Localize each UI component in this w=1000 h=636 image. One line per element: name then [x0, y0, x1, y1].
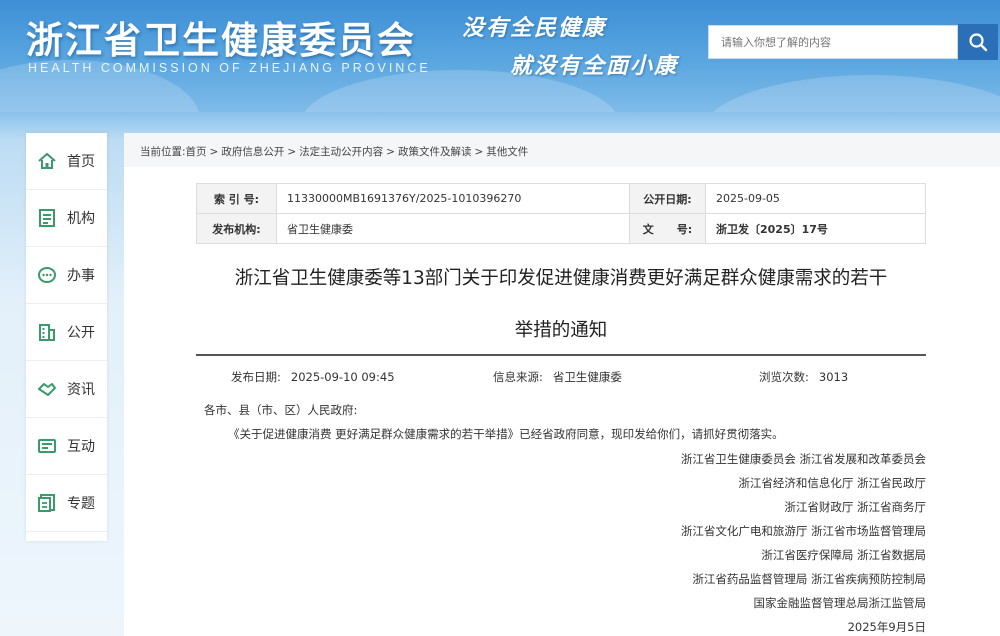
info-source: 信息来源: 省卫生健康委 [493, 369, 622, 385]
sidebar-item-label: 办事 [67, 268, 95, 284]
breadcrumb-separator: > [287, 146, 297, 158]
sidebar-item-label: 资讯 [67, 382, 95, 398]
sidebar-nav: 首页 机构 办事 公开 资讯 互动 专题 [26, 133, 107, 541]
home-icon [36, 150, 58, 172]
publish-date-info: 发布日期: 2025-09-10 09:45 [231, 369, 395, 385]
sidebar-item-label: 互动 [67, 439, 95, 455]
organization-icon [36, 207, 58, 229]
publish-date-value: 2025-09-10 09:45 [290, 370, 395, 384]
breadcrumb-link-policy[interactable]: 政策文件及解读 [398, 146, 472, 158]
sidebar-item-label: 公开 [67, 325, 95, 341]
document-number-value: 浙卫发〔2025〕17号 [705, 213, 926, 244]
document-title-line-1: 浙江省卫生健康委等13部门关于印发促进健康消费更好满足群众健康需求的若干 [234, 268, 888, 289]
signer-line: 浙江省财政厅 浙江省商务厅 [784, 500, 926, 514]
header-cloud-decoration [700, 75, 1000, 112]
topic-icon [36, 492, 58, 514]
publish-date-label: 发布日期: [231, 370, 281, 384]
signer-line: 国家金融监督管理总局浙江监管局 [753, 596, 927, 610]
sidebar-item-interaction[interactable]: 互动 [26, 418, 107, 475]
breadcrumb-separator: > [474, 146, 484, 158]
index-number-label: 索 引 号: [196, 183, 277, 214]
breadcrumb-separator: > [209, 146, 219, 158]
breadcrumb-prefix: 当前位置: [140, 146, 186, 158]
main-content: 当前位置:首页 > 政府信息公开 > 法定主动公开内容 > 政策文件及解读 > 其他文件 索 引… [124, 133, 1000, 636]
view-count-value: 3013 [818, 370, 849, 384]
publisher-value: 省卫生健康委 [276, 213, 630, 244]
breadcrumb-separator: > [386, 146, 395, 158]
signer-line: 浙江省经济和信息化厅 浙江省民政厅 [738, 476, 926, 490]
search-icon [969, 33, 988, 52]
slogan-line-2: 就没有全面小康 [510, 53, 679, 79]
document-number-label: 文 号: [629, 213, 706, 244]
sidebar-item-organization[interactable]: 机构 [26, 190, 107, 247]
interaction-icon [36, 435, 58, 457]
sidebar-item-topics[interactable]: 专题 [26, 475, 107, 532]
body-paragraph: 《关于促进健康消费 更好满足群众健康需求的若干举措》已经省政府同意，现印发给你们… [228, 427, 784, 441]
view-count: 浏览次数: 3013 [759, 369, 848, 385]
breadcrumb-link-other[interactable]: 其他文件 [486, 146, 528, 158]
search-button[interactable] [958, 24, 998, 60]
site-title[interactable]: 浙江省卫生健康委员会 [26, 10, 416, 64]
signer-line: 浙江省药品监督管理局 浙江省疾病预防控制局 [692, 572, 926, 586]
breadcrumb: 当前位置:首页 > 政府信息公开 > 法定主动公开内容 > 政策文件及解读 > 其他文件 [140, 144, 528, 159]
signer-line: 浙江省卫生健康委员会 浙江省发展和改革委员会 [680, 452, 926, 466]
chat-icon [36, 264, 58, 286]
view-count-label: 浏览次数: [759, 370, 809, 384]
signer-line: 浙江省医疗保障局 浙江省数据局 [761, 548, 926, 562]
search-input[interactable] [708, 25, 958, 59]
handshake-icon [36, 378, 58, 400]
sidebar-item-label: 专题 [67, 496, 95, 512]
document-meta-table: 索 引 号: 11330000MB1691376Y/2025-101039627… [196, 183, 926, 244]
salutation: 各市、县（市、区）人民政府: [204, 403, 358, 417]
publisher-label: 发布机构: [196, 213, 277, 244]
index-number-value: 11330000MB1691376Y/2025-1010396270 [276, 183, 630, 214]
breadcrumb-link-disclosure[interactable]: 政府信息公开 [221, 146, 284, 158]
info-source-label: 信息来源: [493, 370, 543, 384]
document-title: 浙江省卫生健康委等13部门关于印发促进健康消费更好满足群众健康需求的若干 举措的… [196, 253, 926, 357]
sidebar-item-news[interactable]: 资讯 [26, 361, 107, 418]
site-subtitle: HEALTH COMMISSION OF ZHEJIANG PROVINCE [28, 61, 431, 75]
building-icon [36, 321, 58, 343]
sidebar-item-services[interactable]: 办事 [26, 247, 107, 304]
slogan-line-1: 没有全民健康 [462, 15, 607, 41]
document-title-line-2: 举措的通知 [514, 320, 608, 341]
breadcrumb-link-home[interactable]: 首页 [186, 146, 207, 158]
info-source-value: 省卫生健康委 [552, 370, 622, 384]
public-date-value: 2025-09-05 [705, 183, 926, 214]
site-header: 浙江省卫生健康委员会 HEALTH COMMISSION OF ZHEJIANG… [0, 0, 1000, 112]
breadcrumb-link-statutory[interactable]: 法定主动公开内容 [299, 146, 383, 158]
sidebar-item-home[interactable]: 首页 [26, 133, 107, 190]
sidebar-item-label: 机构 [67, 211, 95, 227]
signer-line: 浙江省文化广电和旅游厅 浙江省市场监督管理局 [680, 524, 926, 538]
sidebar-item-disclosure[interactable]: 公开 [26, 304, 107, 361]
title-divider [196, 354, 926, 356]
public-date-label: 公开日期: [629, 183, 706, 214]
sidebar-item-label: 首页 [67, 154, 95, 170]
signing-date: 2025年9月5日 [847, 620, 926, 634]
